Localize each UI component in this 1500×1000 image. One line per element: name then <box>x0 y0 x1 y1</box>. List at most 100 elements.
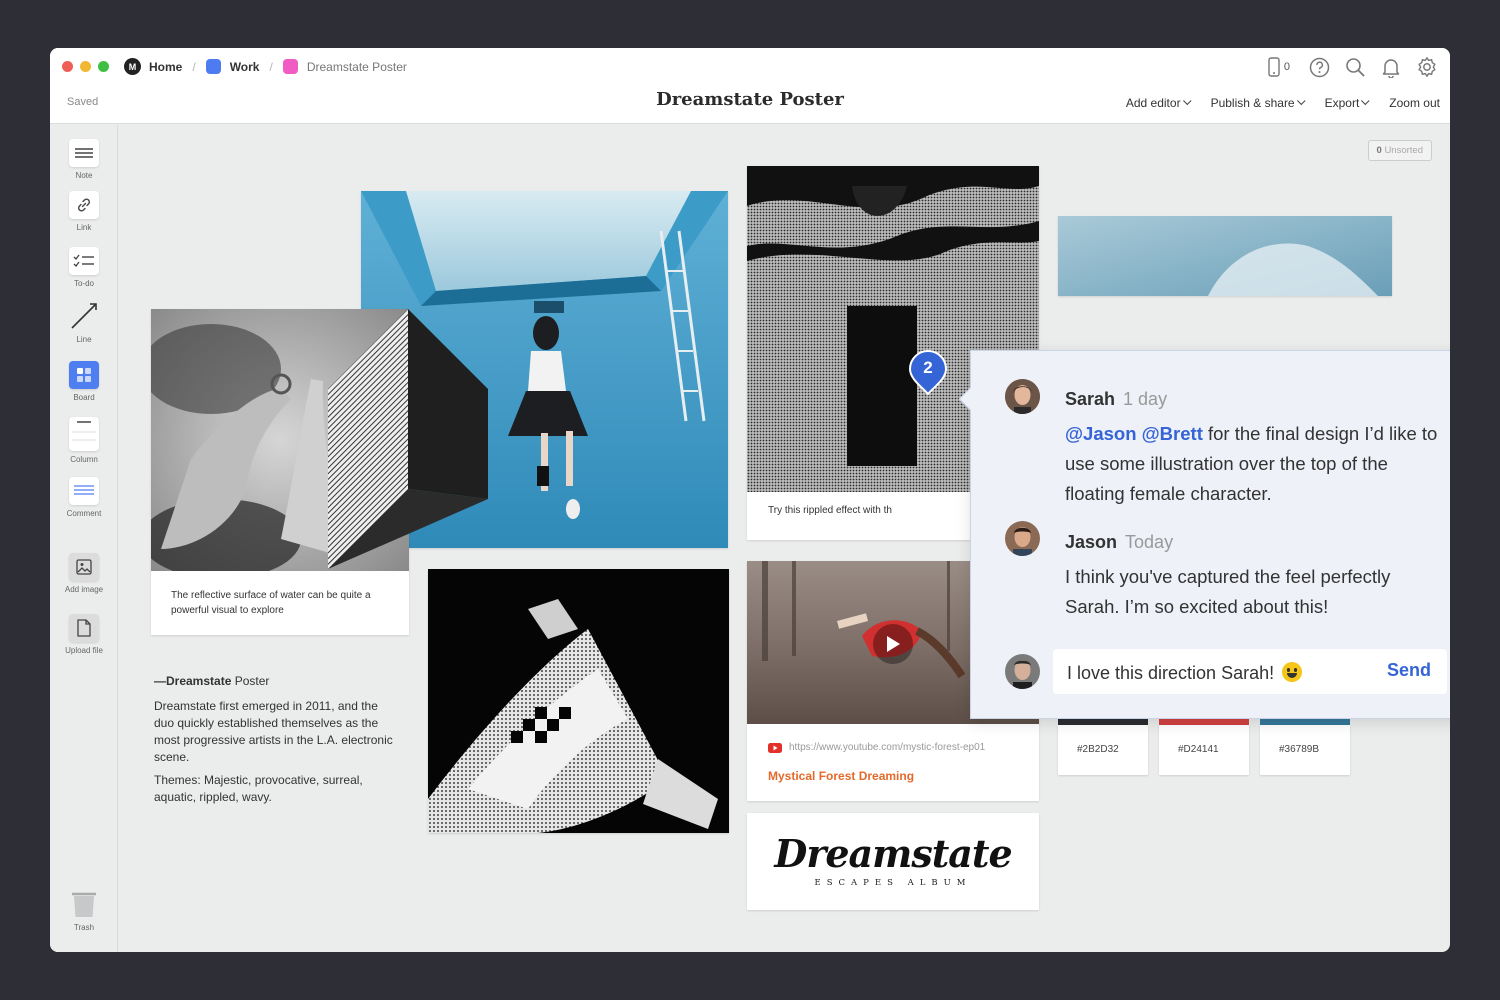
window-controls <box>62 61 109 72</box>
cube-graphic <box>328 309 488 569</box>
description-themes: Themes: Majestic, provocative, surreal, … <box>154 773 363 804</box>
tool-label: Upload file <box>65 646 103 655</box>
todo-icon <box>69 247 99 275</box>
comment-author-name: Jason <box>1065 532 1118 552</box>
tool-add-image[interactable]: Add image <box>50 553 118 594</box>
logo-card[interactable]: Dreamstate ESCAPES ALBUM <box>747 813 1039 910</box>
description-title: —Dreamstate Poster <box>154 673 394 690</box>
logo-subtitle: ESCAPES ALBUM <box>814 878 972 888</box>
gear-icon <box>1418 57 1436 77</box>
reply-text-value: I love this direction Sarah! <box>1067 663 1275 683</box>
maximize-window-button[interactable] <box>98 61 109 72</box>
breadcrumb-home[interactable]: M Home <box>124 58 182 75</box>
avatar <box>1005 521 1040 556</box>
link-icon <box>69 191 99 219</box>
tool-label: Note <box>75 171 93 180</box>
tool-label: Column <box>70 455 98 464</box>
comment-author: Jason Today <box>1065 532 1173 553</box>
note-icon <box>69 139 99 167</box>
board-canvas[interactable]: 0 Unsorted The reflective surface of wat… <box>118 125 1450 952</box>
comment-pin[interactable]: 2 <box>908 349 948 397</box>
tool-label: Comment <box>66 509 102 518</box>
comment-author: Sarah 1 day <box>1065 389 1167 410</box>
breadcrumb-separator: / <box>192 59 196 74</box>
video-url-text: https://www.youtube.com/mystic-forest-ep… <box>789 742 986 753</box>
tool-label: Add image <box>64 585 104 594</box>
swatch-hex: #D24141 <box>1159 725 1249 775</box>
water-caption: The reflective surface of water can be q… <box>171 590 371 616</box>
unsorted-button[interactable]: 0 Unsorted <box>1367 140 1432 161</box>
add-editor-menu[interactable]: Add editor <box>1125 96 1192 110</box>
milanote-logo-icon: M <box>124 58 141 75</box>
zoom-out-button[interactable]: Zoom out <box>1389 96 1440 110</box>
search-icon <box>1345 57 1365 77</box>
add-editor-label: Add editor <box>1125 96 1181 110</box>
device-count: 0 <box>1283 61 1290 73</box>
file-icon <box>69 614 99 642</box>
description-title-rest: Poster <box>231 674 270 688</box>
mobile-devices-button[interactable]: 0 <box>1268 57 1290 77</box>
chevron-down-icon <box>1361 96 1370 106</box>
video-url[interactable]: https://www.youtube.com/mystic-forest-ep… <box>768 742 985 753</box>
top-icons: 0 <box>1268 56 1438 78</box>
tool-board[interactable]: Board <box>50 361 118 402</box>
board-icon <box>69 361 99 389</box>
reply-input[interactable]: I love this direction Sarah! Send <box>1053 649 1447 694</box>
comment-body: I think you've captured the feel perfect… <box>1065 566 1391 617</box>
play-button[interactable] <box>873 624 913 664</box>
app-window: M Home / Work / Dreamstate Poster Saved … <box>50 48 1450 952</box>
search-button[interactable] <box>1344 56 1366 78</box>
top-bar: M Home / Work / Dreamstate Poster Saved … <box>50 48 1450 124</box>
description-text: —Dreamstate Poster Dreamstate first emer… <box>154 673 394 812</box>
tool-comment[interactable]: Comment <box>50 477 118 518</box>
underwater-hair-card[interactable] <box>1058 216 1392 296</box>
breadcrumb-home-label: Home <box>149 59 183 74</box>
tool-link[interactable]: Link <box>50 191 118 232</box>
board-color-icon <box>205 59 221 74</box>
help-icon <box>1309 57 1329 77</box>
sarah-avatar-icon <box>1005 379 1040 414</box>
tool-note[interactable]: Note <box>50 139 118 180</box>
video-title[interactable]: Mystical Forest Dreaming <box>768 769 914 783</box>
notifications-button[interactable] <box>1380 56 1402 78</box>
youtube-icon <box>768 742 782 753</box>
board-menu: Add editor Publish & share Export Zoom o… <box>1126 96 1440 110</box>
comment-time: 1 day <box>1123 389 1168 409</box>
help-button[interactable] <box>1308 56 1330 78</box>
bell-icon <box>1382 58 1400 78</box>
breadcrumb-work[interactable]: Work <box>205 59 259 74</box>
comment-count: 2 <box>923 358 933 377</box>
tool-line[interactable]: Line <box>50 301 118 344</box>
tool-label: Line <box>76 335 92 344</box>
send-button[interactable]: Send <box>1387 660 1431 681</box>
publish-share-menu[interactable]: Publish & share <box>1211 96 1306 110</box>
tool-upload-file[interactable]: Upload file <box>50 614 118 655</box>
swatch-hex: #2B2D32 <box>1058 725 1148 775</box>
reply-text: I love this direction Sarah! <box>1067 662 1303 684</box>
breadcrumb-current[interactable]: Dreamstate Poster <box>282 59 407 74</box>
column-icon <box>69 417 99 451</box>
settings-button[interactable] <box>1416 56 1438 78</box>
underwater-hair-image <box>1058 216 1392 296</box>
tool-column[interactable]: Column <box>50 417 118 464</box>
comment-time: Today <box>1125 532 1174 552</box>
description-title-bold: —Dreamstate <box>154 674 232 688</box>
comment-text: @Jason @Brett for the final design I’d l… <box>1065 419 1450 509</box>
jason-avatar-icon <box>1005 521 1040 556</box>
trash-button[interactable]: Trash <box>50 891 118 932</box>
minimize-window-button[interactable] <box>80 61 91 72</box>
trash-icon <box>70 891 98 919</box>
phone-icon <box>1268 57 1280 77</box>
fabric-image-card[interactable] <box>428 569 729 833</box>
tool-label: Board <box>73 393 95 402</box>
swatch-hex: #36789B <box>1260 725 1350 775</box>
close-window-button[interactable] <box>62 61 73 72</box>
comment-icon <box>69 477 99 505</box>
tool-todo[interactable]: To-do <box>50 247 118 288</box>
current-user-avatar-icon <box>1005 654 1040 689</box>
mention-link[interactable]: @Jason @Brett <box>1065 423 1203 444</box>
zoom-out-label: Zoom out <box>1389 96 1440 110</box>
chevron-down-icon <box>1182 96 1192 106</box>
breadcrumb-separator: / <box>269 59 273 74</box>
export-menu[interactable]: Export <box>1325 96 1370 110</box>
